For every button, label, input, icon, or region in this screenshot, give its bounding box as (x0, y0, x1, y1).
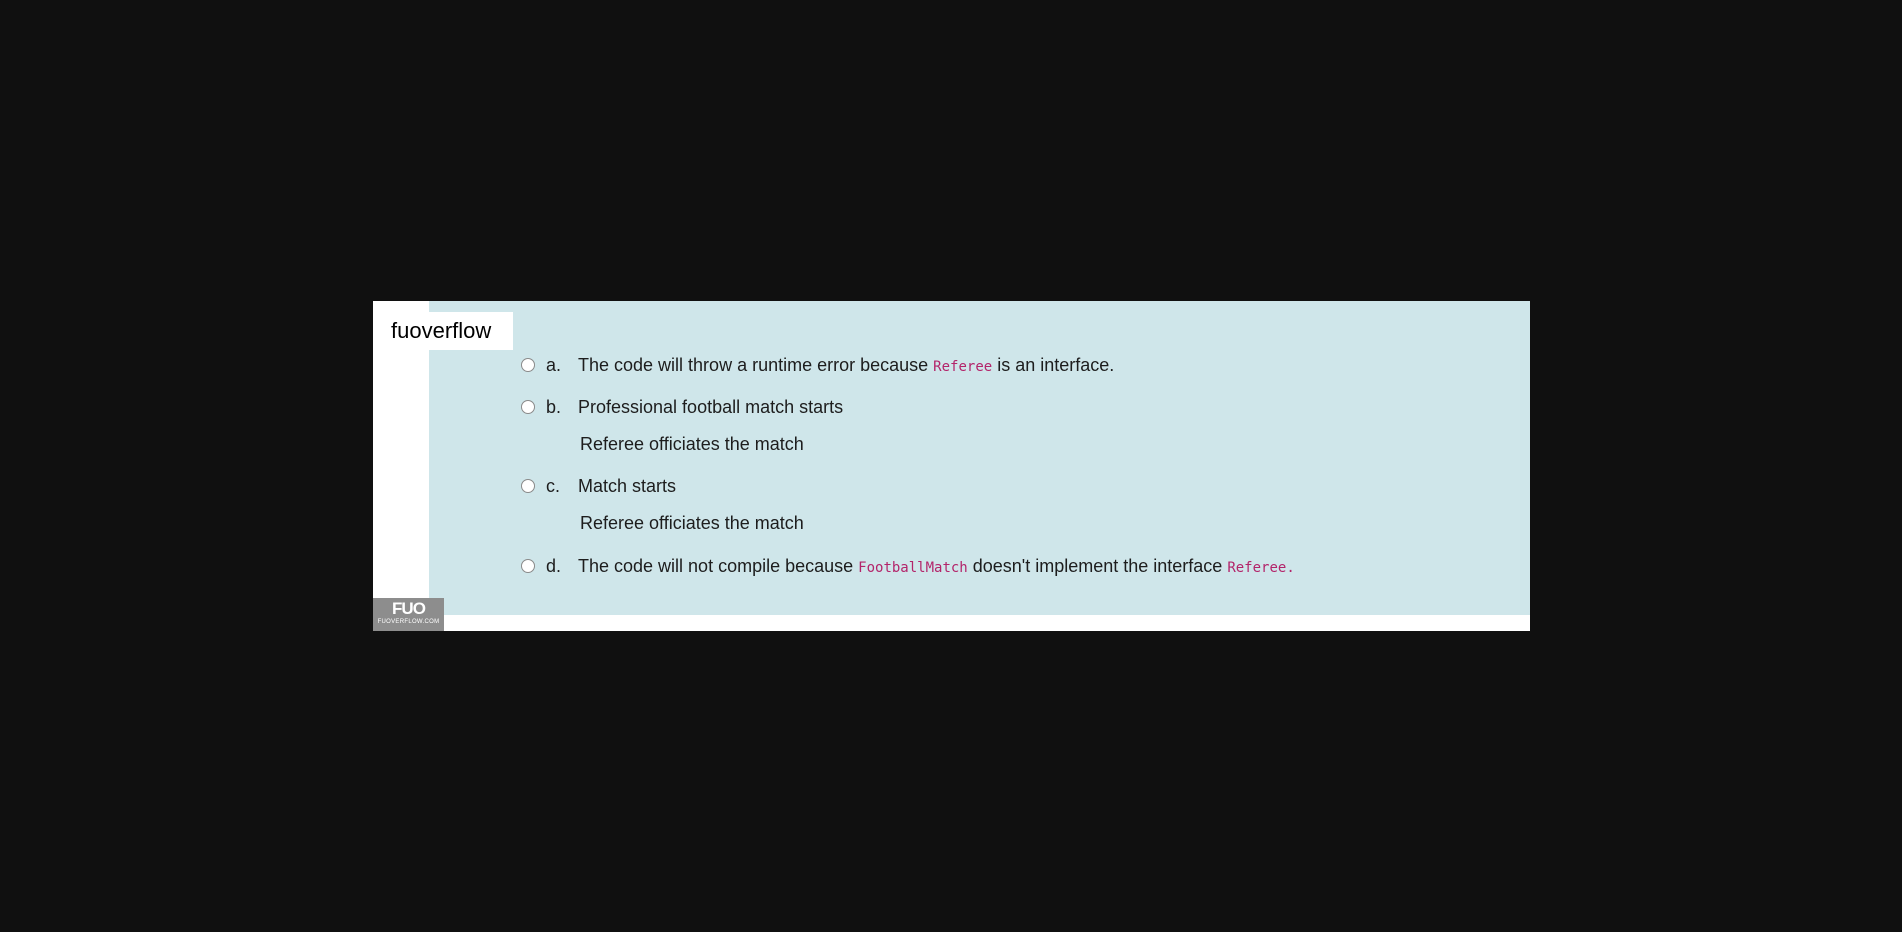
option-text: The code will throw a runtime error beca… (578, 355, 1114, 376)
radio-option-b[interactable] (521, 400, 535, 414)
option-text: The code will not compile because Footba… (578, 556, 1295, 577)
option-text-part: doesn't implement the interface (967, 555, 1228, 576)
option-b-line-2: Referee officiates the match (580, 434, 804, 454)
option-letter: b. (546, 396, 562, 417)
question-panel: a. The code will throw a runtime error b… (373, 301, 1530, 631)
logo-mark: FUO (392, 599, 426, 618)
option-letter: a. (546, 354, 562, 375)
radio-option-d[interactable] (521, 559, 535, 573)
option-b[interactable]: b. Professional football match starts (521, 395, 843, 419)
brand-label: fuoverflow (373, 312, 513, 350)
option-letter: d. (546, 555, 562, 576)
option-c[interactable]: c. Match starts (521, 474, 676, 498)
logo-subtext: FUOVERFLOW.COM (377, 619, 440, 625)
code-snippet: Referee. (1227, 559, 1295, 576)
option-text: Professional football match starts (578, 396, 844, 417)
code-snippet: Referee (933, 358, 993, 375)
option-d[interactable]: d. The code will not compile because Foo… (521, 554, 1295, 578)
code-snippet: FootballMatch (858, 559, 968, 576)
answer-area: a. The code will throw a runtime error b… (429, 301, 1530, 615)
watermark-logo: FUO FUOVERFLOW.COM (373, 598, 444, 631)
radio-option-a[interactable] (521, 358, 535, 372)
option-c-line-2: Referee officiates the match (580, 513, 804, 533)
option-text: Match starts (578, 475, 677, 496)
option-letter: c. (546, 475, 561, 496)
radio-option-c[interactable] (521, 479, 535, 493)
option-text-part: The code will throw a runtime error beca… (578, 354, 934, 375)
option-text-part: The code will not compile because (578, 555, 859, 576)
option-a[interactable]: a. The code will throw a runtime error b… (521, 353, 1114, 377)
option-text-part: is an interface. (992, 354, 1115, 375)
